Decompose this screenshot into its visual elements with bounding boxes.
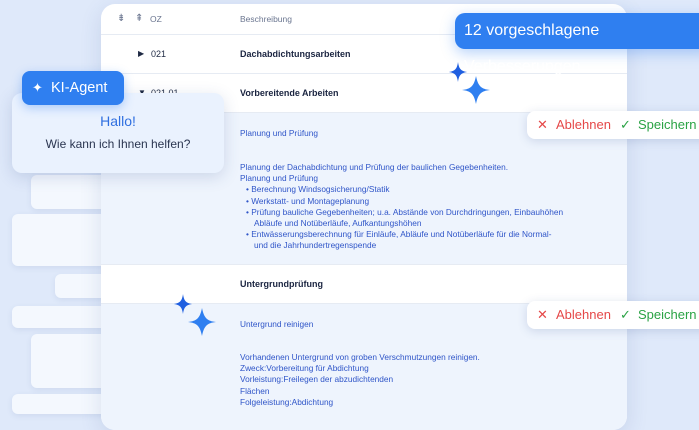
row-description: Vorhandenen Untergrund von groben Versch…	[240, 352, 480, 407]
row-description: Planung der Dachabdichtung und Prüfung d…	[240, 162, 564, 251]
row-title: Dachabdichtungsarbeiten	[240, 49, 351, 59]
save-button[interactable]: Speichern	[638, 111, 697, 139]
reject-button[interactable]: Ablehnen	[556, 301, 611, 329]
save-button[interactable]: Speichern	[638, 301, 697, 329]
agent-chat-card[interactable]: Hallo! Wie kann ich Ihnen helfen?	[12, 93, 224, 173]
agent-question: Wie kann ich Ihnen helfen?	[45, 137, 191, 151]
reject-button[interactable]: Ablehnen	[556, 111, 611, 139]
collapse-all-icon[interactable]: ⇟	[117, 13, 125, 24]
check-icon[interactable]: ✓	[620, 301, 631, 329]
close-icon[interactable]: ✕	[537, 301, 548, 329]
suggestions-pill[interactable]: 12 vorgeschlagene Verbesserungen	[455, 13, 699, 75]
check-icon[interactable]: ✓	[620, 111, 631, 139]
column-oz: OZ	[150, 14, 162, 24]
expand-all-icon[interactable]: ⇞	[135, 13, 143, 24]
row-title: Untergrund reinigen	[240, 319, 314, 329]
sparkle-icon	[174, 294, 216, 336]
row-oz: 021	[151, 49, 167, 59]
suggestion-actions: ✕ Ablehnen ✓ Speichern	[527, 111, 699, 139]
row-title: Vorbereitende Arbeiten	[240, 88, 339, 98]
row-title: Planung und Prüfung	[240, 128, 318, 138]
sparkle-icon: ✦	[32, 80, 43, 95]
ki-agent-badge[interactable]: ✦ KI-Agent	[22, 71, 124, 105]
sparkle-icon	[449, 62, 490, 104]
suggestion-actions: ✕ Ablehnen ✓ Speichern	[527, 301, 699, 329]
agent-greeting: Hallo!	[100, 113, 136, 129]
ki-agent-label: KI-Agent	[51, 80, 108, 96]
expand-arrow-icon[interactable]: ▶	[138, 49, 144, 58]
close-icon[interactable]: ✕	[537, 111, 548, 139]
row-title: Untergrundprüfung	[240, 279, 323, 289]
column-description: Beschreibung	[240, 14, 292, 24]
